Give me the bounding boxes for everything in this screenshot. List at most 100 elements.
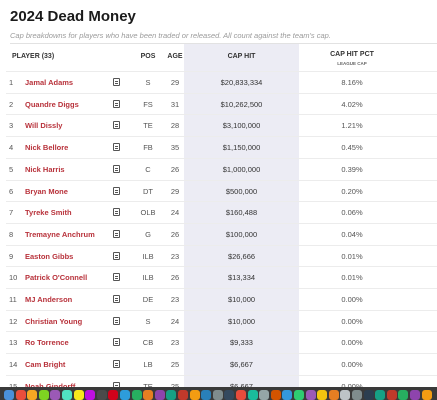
age-cell: 23 bbox=[170, 338, 180, 348]
position-cell: S bbox=[145, 78, 151, 87]
dock-app-icon[interactable] bbox=[27, 390, 38, 400]
document-icon[interactable] bbox=[113, 229, 120, 238]
player-name-link[interactable]: Quandre Diggs bbox=[25, 100, 79, 109]
document-icon[interactable] bbox=[113, 316, 120, 325]
cap-hit-pct-cell: 4.02% bbox=[341, 99, 363, 109]
dock-app-icon[interactable] bbox=[305, 390, 316, 400]
dock-app-icon[interactable] bbox=[212, 390, 223, 400]
position-cell: OLB bbox=[140, 208, 156, 218]
dock-app-icon[interactable] bbox=[154, 390, 165, 400]
document-icon[interactable] bbox=[113, 186, 120, 195]
document-icon[interactable] bbox=[113, 251, 120, 260]
header-player[interactable]: PLAYER (33) bbox=[12, 53, 54, 60]
dock-app-icon[interactable] bbox=[85, 390, 96, 400]
player-name-link[interactable]: Cam Bright bbox=[25, 360, 65, 369]
dock-app-icon[interactable] bbox=[352, 390, 362, 400]
cap-hit-cell: $13,334 bbox=[227, 273, 256, 283]
document-icon[interactable] bbox=[113, 78, 120, 86]
header-cap-hit[interactable]: CAP HIT bbox=[184, 53, 299, 60]
dock-app-icon[interactable] bbox=[294, 390, 304, 400]
dock-app-icon[interactable] bbox=[4, 390, 14, 400]
player-name-link[interactable]: Patrick O'Connell bbox=[25, 273, 87, 282]
row-number: 2 bbox=[9, 99, 14, 109]
player-name-link[interactable]: MJ Anderson bbox=[25, 295, 72, 304]
document-icon[interactable] bbox=[113, 99, 120, 108]
dock-app-icon[interactable] bbox=[201, 390, 212, 400]
position-cell: S bbox=[145, 316, 151, 326]
player-name-link[interactable]: Nick Harris bbox=[25, 165, 65, 174]
table-row: 3 Will Dissly TE 28 $3,100,000 1.21% bbox=[6, 114, 437, 136]
dock-app-icon[interactable] bbox=[108, 390, 119, 400]
dock-app-icon[interactable] bbox=[247, 390, 258, 400]
dock-app-icon[interactable] bbox=[398, 390, 409, 400]
table-header: PLAYER (33) POS AGE CAP HIT CAP HIT PCT … bbox=[6, 44, 437, 71]
row-number: 1 bbox=[9, 78, 14, 87]
dock-app-icon[interactable] bbox=[328, 390, 339, 400]
age-cell: 29 bbox=[170, 78, 180, 87]
dock-app-icon[interactable] bbox=[131, 390, 142, 400]
cap-hit-cell: $100,000 bbox=[225, 229, 258, 239]
dock-app-icon[interactable] bbox=[363, 390, 374, 400]
player-name-link[interactable]: Nick Bellore bbox=[25, 143, 68, 152]
table-row: 2 Quandre Diggs FS 31 $10,262,500 4.02% bbox=[6, 92, 437, 115]
header-age[interactable]: AGE bbox=[164, 53, 186, 60]
cap-hit-cell: $10,262,500 bbox=[220, 99, 263, 109]
document-icon[interactable] bbox=[113, 164, 120, 173]
document-icon[interactable] bbox=[113, 273, 120, 282]
player-name-link[interactable]: Tremayne Anchrum bbox=[25, 230, 95, 239]
table-row: 10 Patrick O'Connell ILB 26 $13,334 0.01% bbox=[6, 266, 437, 288]
document-icon[interactable] bbox=[113, 121, 120, 130]
dock-app-icon[interactable] bbox=[120, 390, 130, 400]
header-pos[interactable]: POS bbox=[138, 53, 158, 60]
cap-hit-cell: $26,666 bbox=[227, 251, 256, 261]
header-cap-hit-pct[interactable]: CAP HIT PCT bbox=[312, 51, 392, 58]
dock-app-icon[interactable] bbox=[236, 390, 246, 400]
dock-app-icon[interactable] bbox=[96, 390, 107, 400]
dock-app-icon[interactable] bbox=[375, 390, 386, 400]
dock-app-icon[interactable] bbox=[421, 390, 432, 400]
player-name-link[interactable]: Jamal Adams bbox=[25, 78, 73, 87]
dock-app-icon[interactable] bbox=[178, 390, 188, 400]
dock-app-icon[interactable] bbox=[224, 390, 235, 400]
age-cell: 35 bbox=[170, 143, 180, 153]
dock-app-icon[interactable] bbox=[340, 390, 351, 400]
player-name-link[interactable]: Bryan Mone bbox=[25, 187, 68, 196]
document-icon[interactable] bbox=[113, 143, 120, 152]
dock-app-icon[interactable] bbox=[259, 390, 270, 400]
document-icon[interactable] bbox=[113, 338, 120, 347]
player-name-link[interactable]: Will Dissly bbox=[25, 121, 62, 130]
document-icon[interactable] bbox=[113, 208, 120, 217]
dock-app-icon[interactable] bbox=[15, 390, 26, 400]
table-row: 12 Christian Young S 24 $10,000 0.00% bbox=[6, 309, 437, 332]
document-icon[interactable] bbox=[113, 295, 120, 303]
row-number: 11 bbox=[9, 295, 17, 304]
dock-app-icon[interactable] bbox=[38, 390, 49, 400]
player-name-link[interactable]: Ro Torrence bbox=[25, 338, 69, 347]
age-cell: 29 bbox=[170, 186, 180, 196]
cap-hit-cell: $1,000,000 bbox=[222, 164, 261, 174]
player-name-link[interactable]: Easton Gibbs bbox=[25, 252, 73, 261]
dock-app-icon[interactable] bbox=[143, 390, 154, 400]
page-title: 2024 Dead Money bbox=[10, 8, 136, 25]
document-icon[interactable] bbox=[113, 360, 120, 369]
dock-app-icon[interactable] bbox=[166, 390, 177, 400]
table-row: 6 Bryan Mone DT 29 $500,000 0.20% bbox=[6, 179, 437, 202]
cap-hit-pct-cell: 0.01% bbox=[341, 273, 363, 283]
dock-app-icon[interactable] bbox=[410, 390, 420, 400]
player-name-link[interactable]: Christian Young bbox=[25, 317, 82, 326]
cap-hit-pct-cell: 0.06% bbox=[341, 208, 363, 218]
position-cell: G bbox=[145, 229, 151, 239]
table-row: 4 Nick Bellore FB 35 $1,150,000 0.45% bbox=[6, 136, 437, 158]
player-name-link[interactable]: Tyreke Smith bbox=[25, 208, 72, 217]
dock-app-icon[interactable] bbox=[62, 390, 72, 400]
dock-app-icon[interactable] bbox=[73, 390, 84, 400]
dock-app-icon[interactable] bbox=[50, 390, 61, 400]
position-cell: LB bbox=[143, 360, 153, 370]
cap-hit-pct-cell: 0.39% bbox=[341, 164, 363, 174]
dock-app-icon[interactable] bbox=[386, 390, 397, 400]
dock-app-icon[interactable] bbox=[282, 390, 293, 400]
dock-app-icon[interactable] bbox=[270, 390, 281, 400]
dock-app-icon[interactable] bbox=[317, 390, 328, 400]
row-number: 7 bbox=[9, 208, 14, 218]
dock-app-icon[interactable] bbox=[189, 390, 200, 400]
